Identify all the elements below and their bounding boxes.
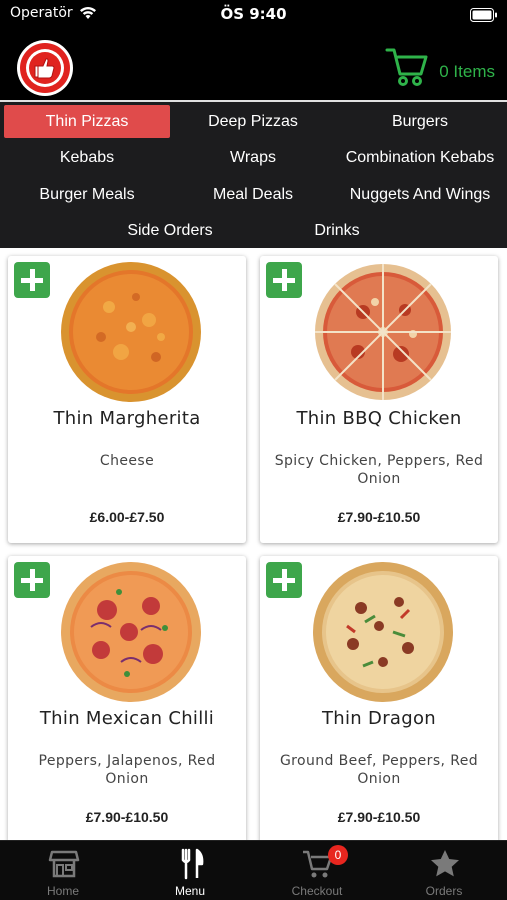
fork-knife-icon [181, 848, 204, 880]
bottom-tab-bar: Home Menu 0 Checkout Orders [0, 840, 507, 900]
store-icon [48, 850, 80, 878]
cart-item-count: 0 Items [439, 62, 495, 81]
category-side-orders[interactable]: Side Orders [87, 214, 253, 247]
tab-home[interactable]: Home [0, 841, 126, 900]
star-icon [431, 850, 459, 877]
cart-icon [385, 48, 428, 86]
add-item-button[interactable] [266, 262, 302, 298]
item-price: £7.90-£10.50 [85, 809, 169, 825]
menu-item-card[interactable]: Thin Mexican Chilli Peppers, Jalapenos, … [8, 556, 246, 840]
pizza-image [315, 264, 451, 400]
pizza-image [313, 562, 453, 702]
item-description: Ground Beef, Peppers, Red Onion [279, 753, 479, 787]
add-item-button[interactable] [266, 562, 302, 598]
category-nuggets-and-wings[interactable]: Nuggets And Wings [336, 178, 504, 211]
tab-home-label: Home [46, 884, 79, 898]
status-bar: Operatör ÖS 9:40 [0, 0, 507, 30]
pizza-image [61, 562, 201, 702]
app-header: 0 Items [0, 30, 507, 100]
category-tabs: Thin Pizzas Deep Pizzas Burgers Kebabs W… [0, 102, 507, 248]
add-item-button[interactable] [14, 262, 50, 298]
category-kebabs[interactable]: Kebabs [4, 141, 170, 174]
item-name: Thin BBQ Chicken [296, 408, 462, 429]
category-burgers[interactable]: Burgers [336, 105, 504, 138]
item-description: Peppers, Jalapenos, Red Onion [38, 753, 216, 787]
category-wraps[interactable]: Wraps [170, 141, 336, 174]
category-combination-kebabs[interactable]: Combination Kebabs [336, 141, 504, 174]
tab-orders-label: Orders [425, 884, 463, 898]
item-price: £7.90-£10.50 [337, 809, 421, 825]
menu-item-card[interactable]: Thin BBQ Chicken Spicy Chicken, Peppers,… [260, 256, 498, 543]
menu-item-card[interactable]: Thin Margherita Cheese £6.00-£7.50 [8, 256, 246, 543]
tab-menu-label: Menu [174, 884, 206, 898]
item-description: Spicy Chicken, Peppers, Red Onion [274, 453, 484, 487]
tab-checkout[interactable]: 0 Checkout [254, 841, 380, 900]
tab-orders[interactable]: Orders [381, 841, 507, 900]
add-item-button[interactable] [14, 562, 50, 598]
pizza-image [61, 262, 201, 402]
category-thin-pizzas[interactable]: Thin Pizzas [4, 105, 170, 138]
category-deep-pizzas[interactable]: Deep Pizzas [170, 105, 336, 138]
battery-icon [470, 7, 498, 26]
item-price: £6.00-£7.50 [89, 509, 165, 525]
item-name: Thin Mexican Chilli [39, 708, 215, 729]
tab-menu[interactable]: Menu [127, 841, 253, 900]
checkout-badge: 0 [328, 845, 348, 865]
tab-checkout-label: Checkout [291, 884, 343, 898]
cart-summary[interactable]: 0 Items [385, 44, 495, 88]
category-meal-deals[interactable]: Meal Deals [170, 178, 336, 211]
item-name: Thin Dragon [322, 708, 436, 729]
menu-grid: Thin Margherita Cheese £6.00-£7.50 Thin … [0, 248, 507, 840]
item-description: Cheese [99, 453, 155, 469]
item-price: £7.90-£10.50 [337, 509, 421, 525]
status-time: ÖS 9:40 [220, 5, 287, 23]
menu-item-card[interactable]: Thin Dragon Ground Beef, Peppers, Red On… [260, 556, 498, 840]
restaurant-logo[interactable] [17, 40, 73, 96]
category-burger-meals[interactable]: Burger Meals [4, 178, 170, 211]
category-drinks[interactable]: Drinks [253, 214, 421, 247]
item-name: Thin Margherita [53, 408, 201, 429]
